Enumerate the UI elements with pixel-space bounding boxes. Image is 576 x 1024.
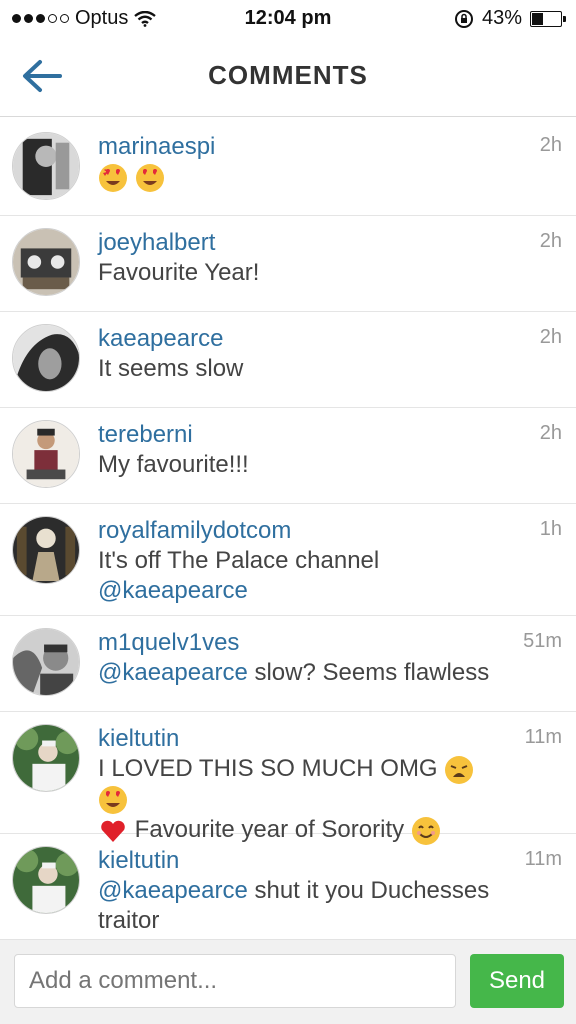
heart-eyes-emoji-icon <box>135 163 164 192</box>
mention-link[interactable]: @kaeapearce <box>98 877 248 904</box>
status-bar: Optus 12:04 pm 43% <box>0 0 576 38</box>
comment-time: 2h <box>539 422 562 444</box>
comment-time: 1h <box>539 518 562 540</box>
comment-content: kaeapearce It seems slow <box>98 324 562 395</box>
comment-content: m1quelv1ves @kaeapearce slow? Seems flaw… <box>98 628 562 699</box>
comment-text <box>98 162 510 193</box>
avatar[interactable] <box>12 724 80 792</box>
comment-username[interactable]: kaeapearce <box>98 324 510 354</box>
comment-item: marinaespi 2h <box>0 120 576 216</box>
comment-text: It seems slow <box>98 355 244 382</box>
comment-composer: Send <box>0 939 576 1024</box>
heart-eyes-emoji-icon <box>99 786 127 815</box>
rotation-lock-icon <box>454 9 473 28</box>
comment-time: 11m <box>524 848 562 870</box>
battery-percent: 43% <box>481 7 522 29</box>
heart-eyes-emoji-icon <box>99 163 127 192</box>
comment-username[interactable]: kieltutin <box>98 846 510 876</box>
avatar[interactable] <box>12 516 80 584</box>
page-title: COMMENTS <box>208 60 368 90</box>
battery-icon <box>530 10 566 27</box>
weary-face-emoji-icon <box>445 755 474 784</box>
comment-time: 2h <box>539 230 562 252</box>
avatar[interactable] <box>12 628 80 696</box>
comment-item: joeyhalbert Favourite Year! 2h <box>0 216 576 312</box>
comment-item: kieltutin @kaeapearce shut it you Duches… <box>0 834 576 946</box>
comment-content: kieltutin @kaeapearce shut it you Duches… <box>98 846 562 934</box>
comment-username[interactable]: marinaespi <box>98 132 510 162</box>
comment-username[interactable]: joeyhalbert <box>98 228 510 258</box>
comment-time: 11m <box>524 726 562 748</box>
comment-username[interactable]: royalfamilydotcom <box>98 516 510 546</box>
mention-link[interactable]: @kaeapearce <box>98 659 248 686</box>
comment-time: 2h <box>539 134 562 156</box>
comment-content: marinaespi <box>98 132 562 203</box>
avatar[interactable] <box>12 420 80 488</box>
comment-item: kieltutin I LOVED THIS SO MUCH OMG Favou… <box>0 712 576 845</box>
comment-item: royalfamilydotcom It's off The Palace ch… <box>0 504 576 616</box>
comment-username[interactable]: tereberni <box>98 420 510 450</box>
comment-text: It's off The Palace channel @kaeapearce <box>98 546 510 606</box>
nav-bar: COMMENTS <box>0 38 576 117</box>
comment-time: 2h <box>539 326 562 348</box>
comment-text: My favourite!!! <box>98 451 249 478</box>
comment-time: 51m <box>523 630 562 652</box>
send-button[interactable]: Send <box>470 954 564 1008</box>
avatar[interactable] <box>12 324 80 392</box>
comment-content: royalfamilydotcom It's off The Palace ch… <box>98 516 562 606</box>
comment-item: tereberni My favourite!!! 2h <box>0 408 576 504</box>
comment-body: It's off The Palace channel <box>98 547 380 574</box>
comment-body: I LOVED THIS SO MUCH OMG <box>98 755 438 782</box>
comment-content: kieltutin I LOVED THIS SO MUCH OMG Favou… <box>98 724 562 845</box>
avatar[interactable] <box>12 228 80 296</box>
comment-content: tereberni My favourite!!! <box>98 420 562 491</box>
comment-input[interactable] <box>14 954 456 1008</box>
comment-item: m1quelv1ves @kaeapearce slow? Seems flaw… <box>0 616 576 712</box>
comment-text: I LOVED THIS SO MUCH OMG Favourite year … <box>98 754 510 846</box>
comment-list[interactable]: marinaespi 2h joeyhalbert Favourite Year… <box>0 120 576 946</box>
comment-text: Favourite Year! <box>98 259 260 286</box>
comment-username[interactable]: m1quelv1ves <box>98 628 510 658</box>
comment-text: @kaeapearce shut it you Duchesses traito… <box>98 876 510 936</box>
avatar[interactable] <box>12 132 80 200</box>
battery-group: 43% <box>454 7 566 30</box>
avatar[interactable] <box>12 846 80 914</box>
mention-link[interactable]: @kaeapearce <box>98 577 248 604</box>
comment-text: @kaeapearce slow? Seems flawless <box>98 658 510 688</box>
comment-item: kaeapearce It seems slow 2h <box>0 312 576 408</box>
comment-content: joeyhalbert Favourite Year! <box>98 228 562 299</box>
comment-username[interactable]: kieltutin <box>98 724 510 754</box>
comment-body: slow? Seems flawless <box>247 659 490 686</box>
